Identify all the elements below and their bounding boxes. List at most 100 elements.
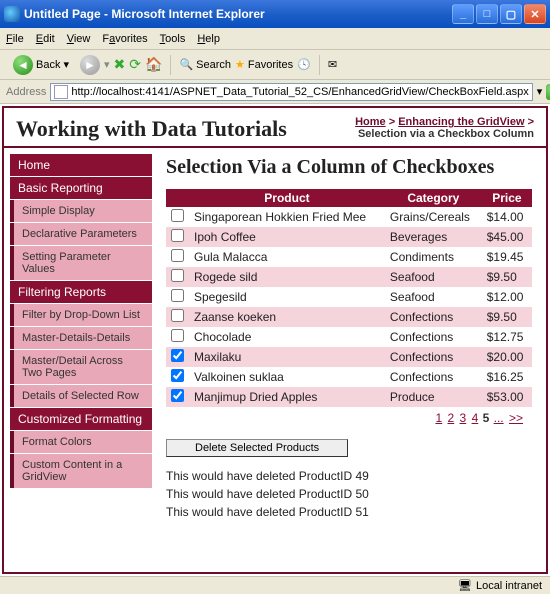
row-checkbox[interactable]: [171, 329, 184, 342]
cell-price: $45.00: [482, 227, 532, 247]
url-text: http://localhost:4141/ASPNET_Data_Tutori…: [71, 86, 528, 98]
cell-price: $12.00: [482, 287, 532, 307]
table-row: MaxilakuConfections$20.00: [166, 347, 532, 367]
row-checkbox[interactable]: [171, 249, 184, 262]
sidebar: HomeBasic ReportingSimple DisplayDeclara…: [4, 148, 152, 572]
stop-icon[interactable]: ✖: [114, 56, 126, 73]
menu-edit[interactable]: Edit: [36, 33, 55, 45]
maximize-button[interactable]: ▢: [500, 4, 522, 24]
row-checkbox[interactable]: [171, 309, 184, 322]
nav-item[interactable]: Custom Content in a GridView: [10, 454, 152, 488]
address-label: Address: [6, 86, 46, 98]
cell-price: $12.75: [482, 327, 532, 347]
cell-category: Confections: [385, 307, 482, 327]
nav-item[interactable]: Master-Details-Details: [10, 327, 152, 349]
status-bar: 🖥 Local intranet: [0, 576, 550, 594]
pager-page[interactable]: 3: [460, 411, 467, 425]
page-header: Working with Data Tutorials Home > Enhan…: [4, 108, 546, 148]
cell-price: $20.00: [482, 347, 532, 367]
nav-header[interactable]: Filtering Reports: [10, 281, 152, 303]
minimize-button[interactable]: _: [452, 4, 474, 24]
pager-page[interactable]: 4: [472, 411, 479, 425]
cell-category: Confections: [385, 327, 482, 347]
crumb-section[interactable]: Enhancing the GridView: [398, 116, 524, 128]
crumb-current: Selection via a Checkbox Column: [358, 128, 534, 140]
pager-page[interactable]: 1: [435, 411, 442, 425]
result-message: This would have deleted ProductID 51: [166, 503, 532, 521]
crumb-home[interactable]: Home: [355, 116, 386, 128]
table-row: ChocoladeConfections$12.75: [166, 327, 532, 347]
cell-product: Valkoinen suklaa: [189, 367, 385, 387]
cell-product: Rogede sild: [189, 267, 385, 287]
back-icon: ◄: [13, 55, 33, 75]
cell-price: $16.25: [482, 367, 532, 387]
nav-header[interactable]: Basic Reporting: [10, 177, 152, 199]
close-button[interactable]: ✕: [524, 4, 546, 24]
nav-header[interactable]: Customized Formatting: [10, 408, 152, 430]
cell-price: $9.50: [482, 267, 532, 287]
cell-product: Chocolade: [189, 327, 385, 347]
menu-tools[interactable]: Tools: [160, 33, 186, 45]
cell-product: Ipoh Coffee: [189, 227, 385, 247]
cell-product: Singaporean Hokkien Fried Mee: [189, 207, 385, 227]
row-checkbox[interactable]: [171, 229, 184, 242]
menu-favorites[interactable]: Favorites: [102, 33, 147, 45]
history-icon[interactable]: 🕓: [297, 58, 311, 71]
row-checkbox[interactable]: [171, 269, 184, 282]
go-button[interactable]: → Go: [546, 84, 550, 100]
row-checkbox[interactable]: [171, 349, 184, 362]
menu-view[interactable]: View: [67, 33, 91, 45]
row-checkbox[interactable]: [171, 289, 184, 302]
search-icon: 🔍: [179, 58, 193, 71]
col-checkbox: [166, 189, 189, 207]
menu-bar: File Edit View Favorites Tools Help: [0, 28, 550, 50]
chevron-down-icon[interactable]: ▾: [104, 58, 110, 71]
result-messages: This would have deleted ProductID 49This…: [166, 467, 532, 521]
search-button[interactable]: 🔍Search: [179, 58, 231, 71]
refresh-icon[interactable]: ⟳: [129, 56, 141, 73]
nav-item[interactable]: Setting Parameter Values: [10, 246, 152, 280]
address-input[interactable]: http://localhost:4141/ASPNET_Data_Tutori…: [50, 83, 532, 101]
forward-button[interactable]: ►: [80, 55, 100, 75]
pager-page[interactable]: 2: [448, 411, 455, 425]
favorites-button[interactable]: ★Favorites: [235, 58, 293, 71]
nav-item[interactable]: Declarative Parameters: [10, 223, 152, 245]
nav-header[interactable]: Home: [10, 154, 152, 176]
table-row: Manjimup Dried ApplesProduce$53.00: [166, 387, 532, 407]
cell-category: Confections: [385, 367, 482, 387]
row-checkbox[interactable]: [171, 369, 184, 382]
row-checkbox[interactable]: [171, 209, 184, 222]
table-row: SpegesildSeafood$12.00: [166, 287, 532, 307]
cell-product: Spegesild: [189, 287, 385, 307]
cell-product: Maxilaku: [189, 347, 385, 367]
nav-item[interactable]: Master/Detail Across Two Pages: [10, 350, 152, 384]
pager-next[interactable]: >>: [509, 411, 523, 425]
menu-file[interactable]: File: [6, 33, 24, 45]
back-button[interactable]: ◄ Back ▾: [6, 52, 76, 78]
nav-item[interactable]: Filter by Drop-Down List: [10, 304, 152, 326]
table-row: Gula MalaccaCondiments$19.45: [166, 247, 532, 267]
cell-price: $19.45: [482, 247, 532, 267]
breadcrumb: Home > Enhancing the GridView > Selectio…: [355, 116, 534, 140]
menu-help[interactable]: Help: [197, 33, 220, 45]
zone-label: Local intranet: [476, 580, 542, 592]
cell-category: Grains/Cereals: [385, 207, 482, 227]
result-message: This would have deleted ProductID 50: [166, 485, 532, 503]
cell-product: Zaanse koeken: [189, 307, 385, 327]
delete-selected-button[interactable]: Delete Selected Products: [166, 439, 348, 457]
cell-price: $53.00: [482, 387, 532, 407]
home-icon[interactable]: 🏠: [145, 56, 162, 73]
table-row: Valkoinen suklaaConfections$16.25: [166, 367, 532, 387]
nav-item[interactable]: Details of Selected Row: [10, 385, 152, 407]
nav-item[interactable]: Simple Display: [10, 200, 152, 222]
restore-button[interactable]: □: [476, 4, 498, 24]
products-grid: Product Category Price Singaporean Hokki…: [166, 189, 532, 407]
cell-category: Confections: [385, 347, 482, 367]
cell-price: $9.50: [482, 307, 532, 327]
mail-icon[interactable]: ✉: [328, 58, 337, 71]
row-checkbox[interactable]: [171, 389, 184, 402]
pager-more[interactable]: ...: [494, 411, 504, 425]
nav-item[interactable]: Format Colors: [10, 431, 152, 453]
toolbar: ◄ Back ▾ ► ▾ ✖ ⟳ 🏠 🔍Search ★Favorites 🕓 …: [0, 50, 550, 80]
dropdown-icon[interactable]: ▾: [537, 85, 543, 98]
